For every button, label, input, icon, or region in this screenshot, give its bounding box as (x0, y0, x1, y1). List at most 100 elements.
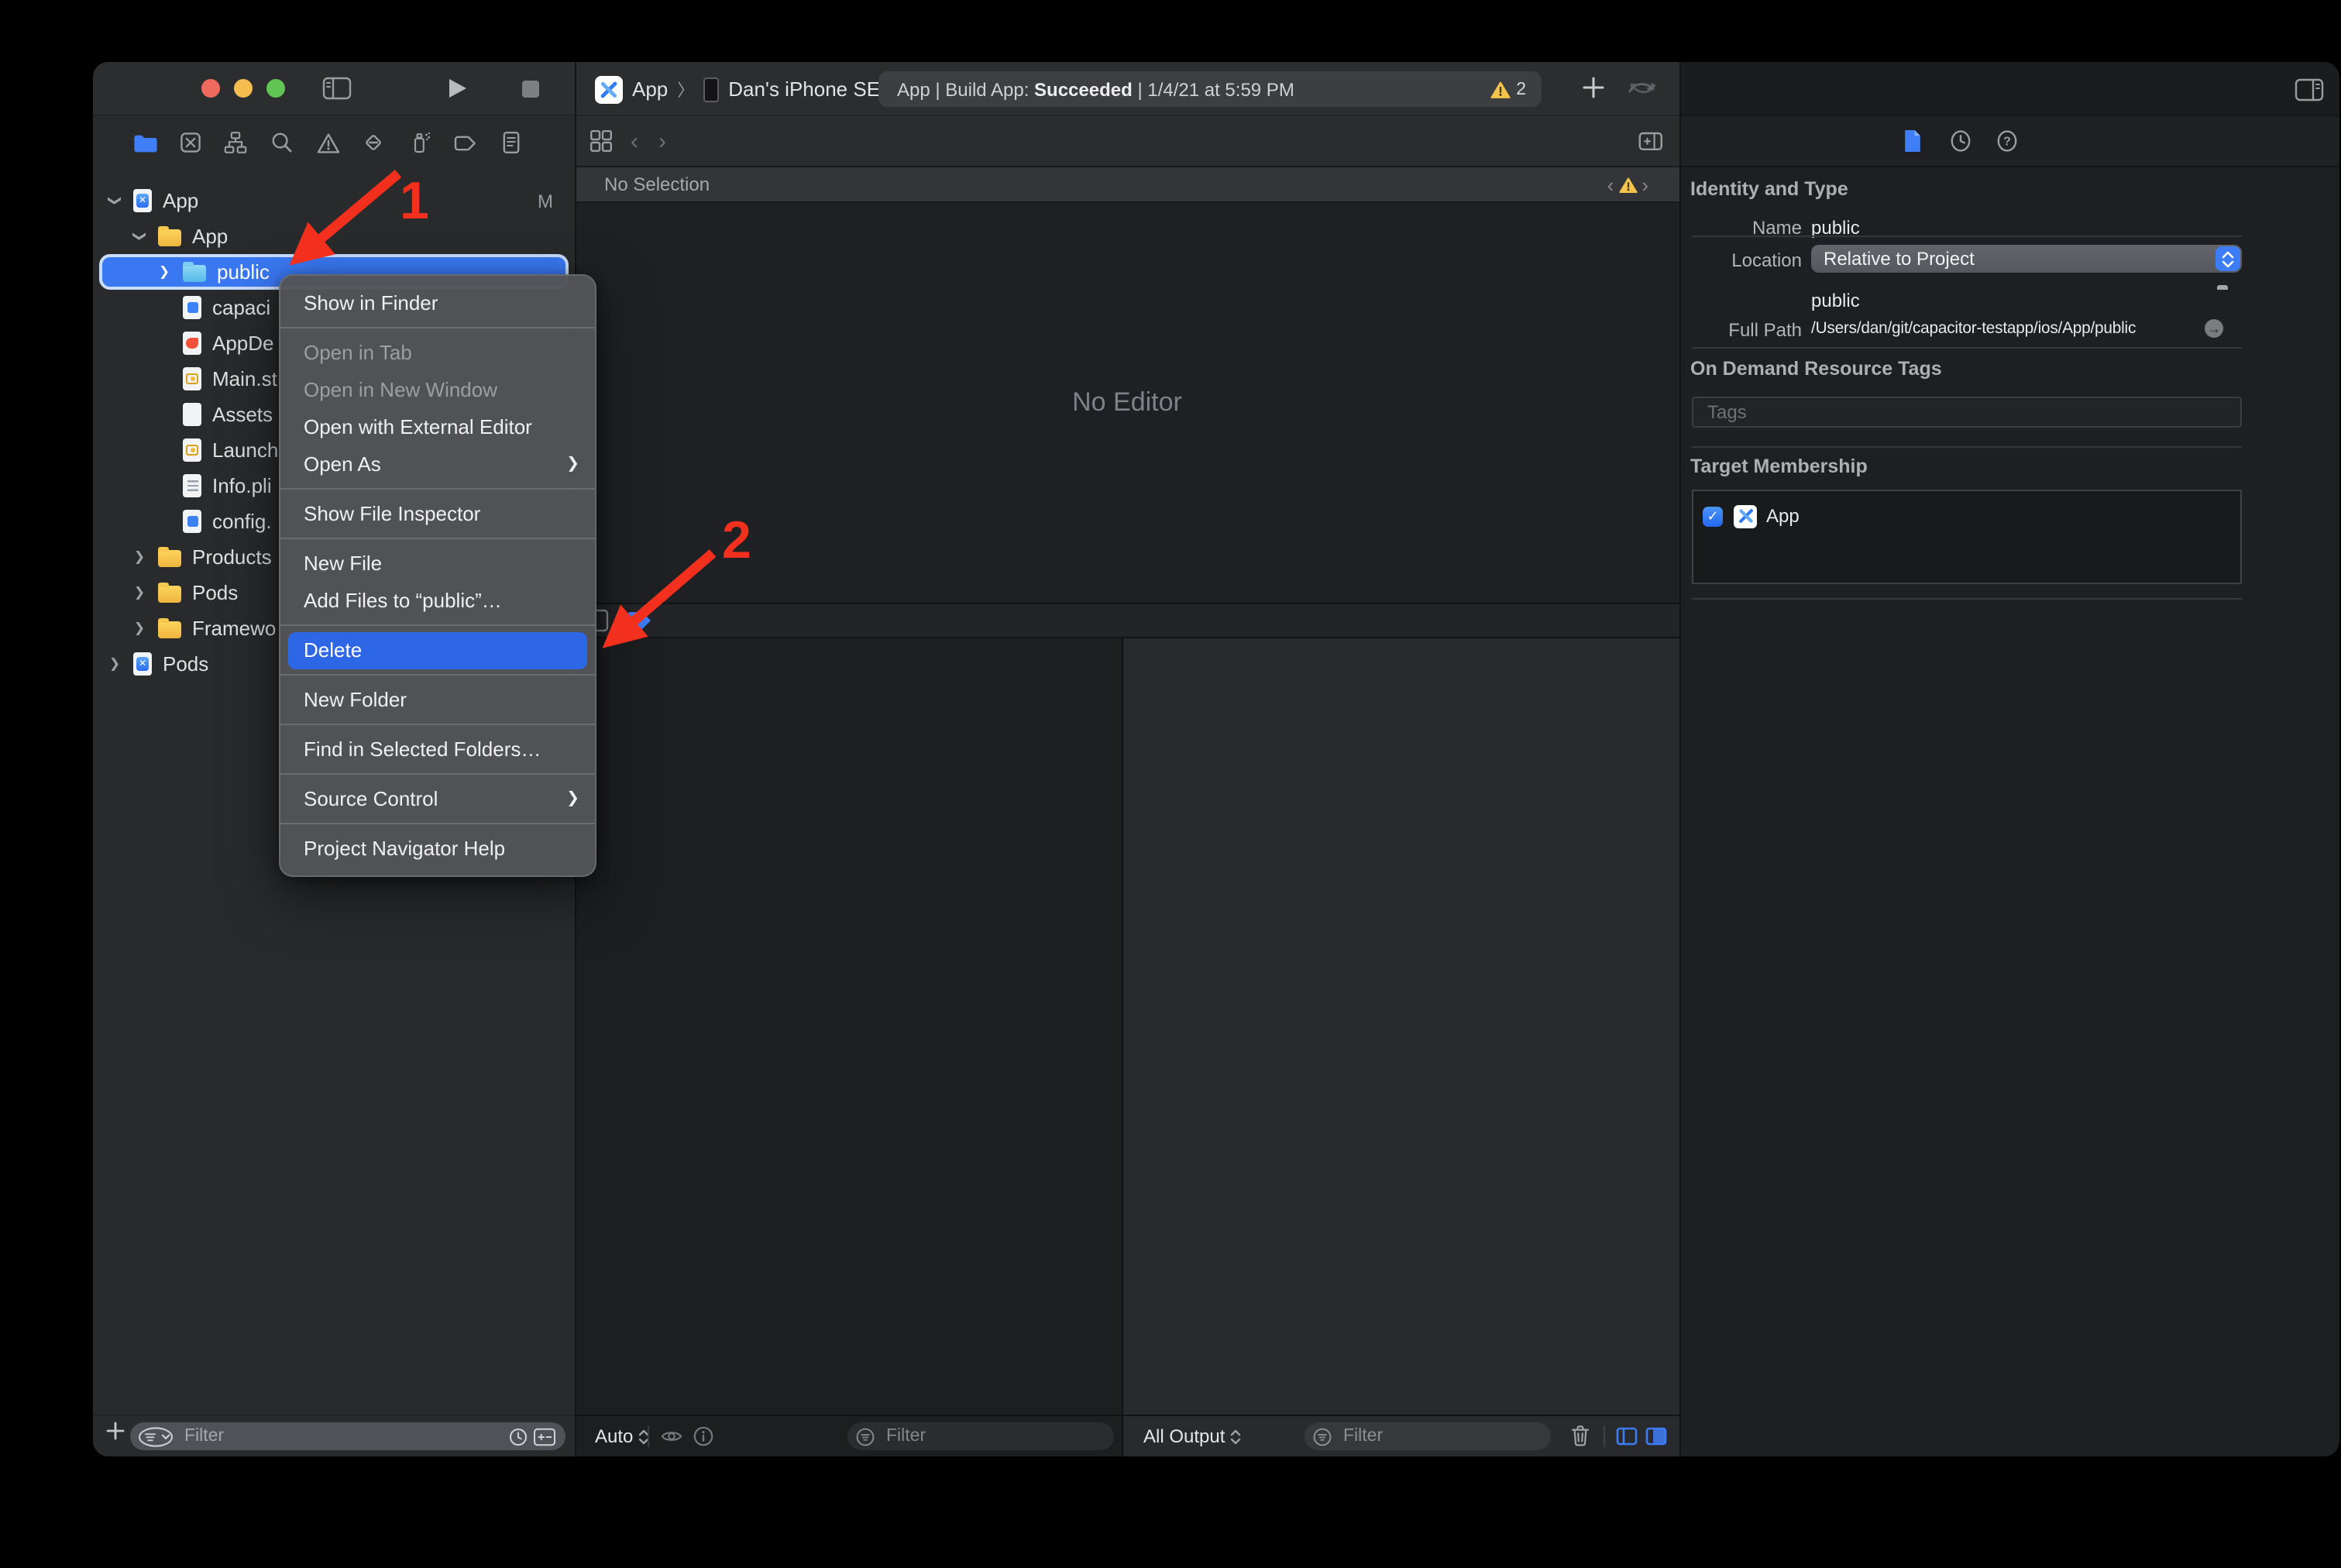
filter-icon (855, 1426, 875, 1446)
chevron-down-icon[interactable]: ❯ (131, 227, 148, 246)
tree-item-app-project[interactable]: ❯ App M (93, 183, 575, 218)
debug-pane-divider[interactable] (1122, 638, 1123, 1456)
menu-item-add-files[interactable]: Add Files to “public”… (280, 582, 595, 619)
maximize-button[interactable] (266, 79, 285, 98)
console-filter-field[interactable] (1305, 1422, 1551, 1450)
related-items-grid-icon[interactable] (589, 129, 614, 153)
chevron-right-icon[interactable]: ❯ (130, 620, 149, 637)
menu-item-project-navigator-help[interactable]: Project Navigator Help (280, 830, 595, 867)
show-console-view-icon[interactable] (1645, 1427, 1667, 1446)
navigator-filter-input[interactable] (181, 1425, 508, 1447)
test-navigator-tab[interactable] (359, 129, 387, 156)
location-subpath: public (1811, 290, 1860, 311)
variables-scope-button[interactable]: Auto (595, 1425, 648, 1447)
add-file-button[interactable] (105, 1421, 125, 1441)
folder-icon (158, 550, 181, 567)
location-dropdown[interactable]: Relative to Project (1811, 245, 2242, 273)
issue-next-chevron[interactable]: › (1641, 173, 1648, 196)
jump-bar[interactable]: No Selection ‹ › (575, 167, 1679, 203)
close-button[interactable] (201, 79, 220, 98)
identity-heading: Identity and Type (1690, 178, 1848, 200)
no-editor-placeholder: No Editor (575, 203, 1679, 603)
forward-chevron-icon[interactable]: › (658, 129, 666, 155)
trash-icon[interactable] (1569, 1424, 1591, 1447)
editor-toolbar: ‹ › (575, 116, 1679, 167)
stop-button[interactable] (522, 81, 539, 98)
breadcrumb-separator: 〉 (677, 77, 694, 101)
issue-prev-chevron[interactable]: ‹ (1607, 173, 1614, 196)
menu-item-show-file-inspector[interactable]: Show File Inspector (280, 495, 595, 532)
back-chevron-icon[interactable]: ‹ (631, 129, 638, 155)
toggle-inspector-icon[interactable] (2295, 77, 2324, 102)
menu-item-delete[interactable]: Delete (288, 631, 587, 669)
tags-input[interactable] (1704, 400, 2240, 425)
variables-bar: Auto (575, 1415, 1122, 1456)
target-membership-box: ✓ App (1692, 490, 2242, 584)
menu-item-find-in-selected-folders[interactable]: Find in Selected Folders… (280, 731, 595, 768)
library-plus-button[interactable] (1582, 76, 1605, 99)
tags-field[interactable] (1692, 397, 2242, 428)
flags-plus-minus-icon[interactable] (533, 1426, 556, 1446)
scheme-selector[interactable]: App 〉 Dan's iPhone SE (595, 62, 880, 116)
membership-heading: Target Membership (1690, 456, 1868, 477)
breakpoint-navigator-tab[interactable] (451, 129, 479, 156)
find-navigator-tab[interactable] (268, 129, 296, 156)
menu-item-open-with-external-editor[interactable]: Open with External Editor (280, 408, 595, 445)
membership-row-app[interactable]: ✓ App (1693, 499, 2240, 533)
code-review-arrows-icon[interactable] (1627, 76, 1658, 101)
menu-item-show-in-finder[interactable]: Show in Finder (280, 284, 595, 322)
activity-status[interactable]: App | Build App: Succeeded | 1/4/21 at 5… (878, 71, 1542, 107)
editor-inspector-divider[interactable] (1679, 62, 1681, 1456)
recents-clock-icon[interactable] (508, 1426, 528, 1446)
variables-filter-input[interactable] (883, 1425, 1114, 1447)
menu-item-new-folder[interactable]: New Folder (280, 681, 595, 718)
show-variables-view-icon[interactable] (1616, 1427, 1638, 1446)
variables-filter-field[interactable] (847, 1422, 1114, 1450)
chevron-right-icon[interactable]: ❯ (130, 584, 149, 601)
warning-count-badge[interactable]: 2 (1490, 71, 1526, 107)
chevron-right-icon[interactable]: ❯ (155, 263, 174, 280)
menu-item-source-control[interactable]: Source Control❯ (280, 780, 595, 817)
console-view[interactable] (1123, 638, 1679, 1415)
navigator-filter-bar (93, 1415, 575, 1456)
menu-item-new-file[interactable]: New File (280, 545, 595, 582)
help-inspector-tab[interactable]: ? (1996, 129, 2019, 153)
breakpoints-toggle-icon[interactable] (627, 611, 651, 630)
console-scope-button[interactable]: All Output (1143, 1425, 1240, 1447)
debug-navigator-tab[interactable] (406, 129, 434, 156)
toggle-navigator-icon[interactable] (322, 76, 352, 101)
console-filter-input[interactable] (1340, 1425, 1551, 1447)
run-button[interactable] (448, 77, 468, 99)
menu-item-open-as[interactable]: Open As❯ (280, 445, 595, 483)
menu-item-open-in-new-window: Open in New Window (280, 371, 595, 408)
chevron-right-icon[interactable]: ❯ (105, 655, 124, 672)
project-navigator-tab[interactable] (130, 129, 158, 156)
navigator-filter-field[interactable] (130, 1422, 565, 1450)
variables-view[interactable] (575, 638, 1122, 1415)
goto-path-arrow-icon[interactable]: → (2205, 319, 2223, 338)
info-icon[interactable] (693, 1425, 714, 1447)
app-target-icon (1734, 504, 1757, 528)
tree-item-app-folder[interactable]: ❯ App (93, 218, 575, 254)
context-menu: Show in Finder Open in Tab Open in New W… (279, 274, 596, 877)
quicklook-eye-icon[interactable] (660, 1425, 683, 1447)
add-editor-icon[interactable] (1638, 129, 1664, 153)
file-inspector-tab[interactable] (1903, 129, 1923, 153)
location-label: Location (1679, 249, 1802, 271)
issue-navigator-tab[interactable] (315, 129, 342, 156)
minimize-button[interactable] (234, 79, 253, 98)
app-target-icon (595, 75, 623, 103)
history-inspector-tab[interactable] (1949, 129, 1972, 153)
source-control-navigator-tab[interactable] (177, 129, 205, 156)
report-navigator-tab[interactable] (497, 129, 525, 156)
chevron-right-icon[interactable]: ❯ (130, 548, 149, 566)
membership-checkbox-checked[interactable]: ✓ (1703, 506, 1723, 526)
desktop: ❯ App M ❯ App ❯ public ❯ capaci ❯ (0, 0, 2341, 1568)
xml-file-icon (183, 510, 201, 533)
chevron-down-icon[interactable]: ❯ (106, 191, 123, 210)
xcode-window: ❯ App M ❯ App ❯ public ❯ capaci ❯ (93, 62, 2339, 1456)
filter-icon (1312, 1426, 1332, 1446)
window-titlebar[interactable]: App 〉 Dan's iPhone SE App | Build App: S… (93, 62, 1679, 116)
warning-icon[interactable] (1618, 176, 1637, 193)
symbol-navigator-tab[interactable] (222, 129, 249, 156)
